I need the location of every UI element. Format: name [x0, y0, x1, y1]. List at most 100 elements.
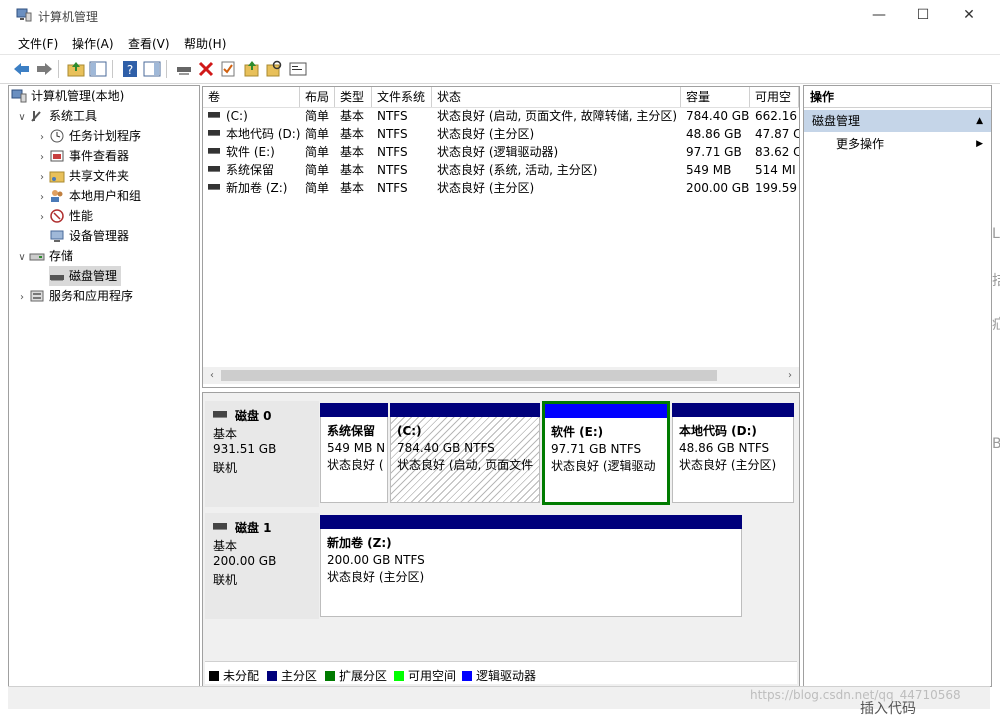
actions-header: 操作: [804, 86, 991, 108]
scroll-left-icon[interactable]: ‹: [204, 368, 220, 383]
maximize-button[interactable]: ☐: [900, 0, 946, 32]
collapse-triangle-icon[interactable]: ▲: [976, 110, 983, 132]
tree-item-performance[interactable]: › 性能: [35, 206, 93, 226]
menu-bar: 文件(F) 操作(A) 查看(V) 帮助(H): [0, 32, 1000, 54]
legend-unallocated: 未分配: [209, 667, 259, 684]
actions-section-disk-management[interactable]: 磁盘管理 ▲: [804, 110, 991, 132]
check-properties-icon[interactable]: [218, 59, 238, 79]
tree-item-shared-folders[interactable]: › 共享文件夹: [35, 166, 129, 186]
horizontal-scrollbar[interactable]: ‹ ›: [203, 367, 799, 384]
connect-drive-icon[interactable]: [174, 59, 194, 79]
help-icon[interactable]: ?: [120, 59, 140, 79]
cell-capacity: 784.40 GB: [686, 109, 750, 123]
show-hide-tree-icon[interactable]: [88, 59, 108, 79]
partition-e-selected[interactable]: 软件 (E:) 97.71 GB NTFS 状态良好 (逻辑驱动: [542, 401, 670, 505]
toolbar: ?: [0, 54, 1000, 84]
partition-system-reserved[interactable]: 系统保留 549 MB N 状态良好 (: [320, 403, 388, 503]
minimize-button[interactable]: —: [856, 0, 902, 32]
volume-name: (C:): [226, 109, 248, 123]
menu-file[interactable]: 文件(F): [18, 35, 58, 52]
chevron-right-icon[interactable]: ›: [35, 168, 49, 188]
computer-management-app-icon: [16, 8, 32, 22]
cell-free-space: 662.16: [755, 109, 797, 123]
cell-filesystem: NTFS: [377, 109, 408, 123]
chevron-right-icon[interactable]: ›: [15, 288, 29, 308]
close-button[interactable]: ✕: [946, 0, 992, 32]
chevron-right-icon[interactable]: ›: [35, 148, 49, 168]
submenu-arrow-icon: ▶: [976, 139, 983, 149]
column-header-volume[interactable]: 卷: [203, 87, 300, 107]
partition-title: 系统保留: [327, 424, 376, 438]
tree-item-services[interactable]: › 服务和应用程序: [15, 286, 133, 306]
cell-layout: 简单: [305, 109, 330, 123]
table-row[interactable]: 系统保留 简单 基本 NTFS 状态良好 (系统, 活动, 主分区) 549 M…: [203, 161, 799, 179]
table-row[interactable]: 新加卷 (Z:) 简单 基本 NTFS 状态良好 (主分区) 200.00 GB…: [203, 179, 799, 197]
cell-filesystem: NTFS: [377, 163, 408, 177]
console-icon[interactable]: [288, 59, 308, 79]
chevron-down-icon[interactable]: ∨: [15, 108, 29, 128]
cell-status: 状态良好 (主分区): [437, 181, 535, 195]
cell-capacity: 97.71 GB: [686, 145, 742, 159]
performance-icon: [50, 209, 64, 223]
partition-size: 784.40 GB NTFS: [397, 441, 495, 455]
cell-capacity: 549 MB: [686, 163, 732, 177]
menu-help[interactable]: 帮助(H): [184, 35, 226, 52]
back-arrow-icon[interactable]: [12, 59, 32, 79]
volume-icon: [208, 130, 220, 136]
legend-extended: 扩展分区: [325, 667, 387, 684]
partition-type-bar: [390, 403, 540, 417]
tree-item-storage[interactable]: ∨ 存储: [15, 246, 73, 266]
column-header-status[interactable]: 状态: [432, 87, 681, 107]
background-text-fragment: 疝: [992, 317, 1000, 333]
up-folder-icon[interactable]: [66, 59, 86, 79]
chevron-right-icon[interactable]: ›: [35, 128, 49, 148]
chevron-right-icon[interactable]: ›: [35, 188, 49, 208]
tree-item-local-users[interactable]: › 本地用户和组: [35, 186, 141, 206]
scrollbar-thumb[interactable]: [221, 370, 717, 381]
partition-d[interactable]: 本地代码 (D:) 48.86 GB NTFS 状态良好 (主分区): [672, 403, 794, 503]
delete-icon[interactable]: [196, 59, 216, 79]
tree-label-device-manager: 设备管理器: [69, 229, 130, 243]
volume-list: 卷 布局 类型 文件系统 状态 容量 可用空 (C:) 简单 基本 NTFS 状…: [202, 86, 800, 388]
tree-item-disk-management[interactable]: 磁盘管理: [49, 266, 122, 286]
tools-icon: [31, 111, 41, 122]
column-header-layout[interactable]: 布局: [300, 87, 335, 107]
cell-free-space: 83.62 C: [755, 145, 799, 159]
volume-name: 系统保留: [226, 163, 275, 177]
disk-management-icon: [50, 275, 64, 281]
forward-arrow-icon[interactable]: [34, 59, 54, 79]
partition-c[interactable]: (C:) 784.40 GB NTFS 状态良好 (启动, 页面文件: [390, 403, 540, 503]
menu-view[interactable]: 查看(V): [128, 35, 170, 52]
tree-label-storage: 存储: [49, 249, 74, 263]
table-row[interactable]: 本地代码 (D:) 简单 基本 NTFS 状态良好 (主分区) 48.86 GB…: [203, 125, 799, 143]
more-actions-item[interactable]: 更多操作 ▶: [804, 134, 991, 154]
disk-0-size: 931.51 GB: [213, 442, 277, 456]
tree-item-task-scheduler[interactable]: › 任务计划程序: [35, 126, 141, 146]
column-header-type[interactable]: 类型: [335, 87, 372, 107]
chevron-down-icon[interactable]: ∨: [15, 248, 29, 268]
tree-item-root[interactable]: 计算机管理(本地): [11, 86, 124, 106]
partition-body: 本地代码 (D:) 48.86 GB NTFS 状态良好 (主分区): [672, 417, 794, 503]
partition-z[interactable]: 新加卷 (Z:) 200.00 GB NTFS 状态良好 (主分区): [320, 515, 742, 617]
column-header-capacity[interactable]: 容量: [681, 87, 750, 107]
tree-item-system-tools[interactable]: ∨ 系统工具: [15, 106, 97, 126]
scroll-right-icon[interactable]: ›: [782, 368, 798, 383]
disk-1-label[interactable]: 磁盘 1 基本 200.00 GB 联机: [205, 513, 319, 619]
column-header-filesystem[interactable]: 文件系统: [372, 87, 432, 107]
column-header-free-space[interactable]: 可用空: [750, 87, 799, 107]
cell-volume: 软件 (E:): [203, 143, 300, 161]
actions-pane: 操作 磁盘管理 ▲ 更多操作 ▶: [803, 85, 992, 687]
tree-item-event-viewer[interactable]: › 事件查看器: [35, 146, 129, 166]
table-row[interactable]: 软件 (E:) 简单 基本 NTFS 状态良好 (逻辑驱动器) 97.71 GB…: [203, 143, 799, 161]
tree-item-device-manager[interactable]: 设备管理器: [49, 226, 129, 246]
open-folder-icon[interactable]: [242, 59, 262, 79]
search-icon[interactable]: [264, 59, 284, 79]
menu-action[interactable]: 操作(A): [72, 35, 114, 52]
table-row[interactable]: (C:) 简单 基本 NTFS 状态良好 (启动, 页面文件, 故障转储, 主分…: [203, 107, 799, 125]
navigation-tree: 计算机管理(本地) ∨ 系统工具 › 任务计划程序 › 事件查看器 › 共享文件夹 › 本…: [8, 85, 200, 687]
more-actions-label: 更多操作: [836, 137, 885, 151]
chevron-right-icon[interactable]: ›: [35, 208, 49, 228]
legend-logical: 逻辑驱动器: [462, 667, 536, 684]
properties-view-icon[interactable]: [142, 59, 162, 79]
disk-0-label[interactable]: 磁盘 0 基本 931.51 GB 联机: [205, 401, 319, 507]
